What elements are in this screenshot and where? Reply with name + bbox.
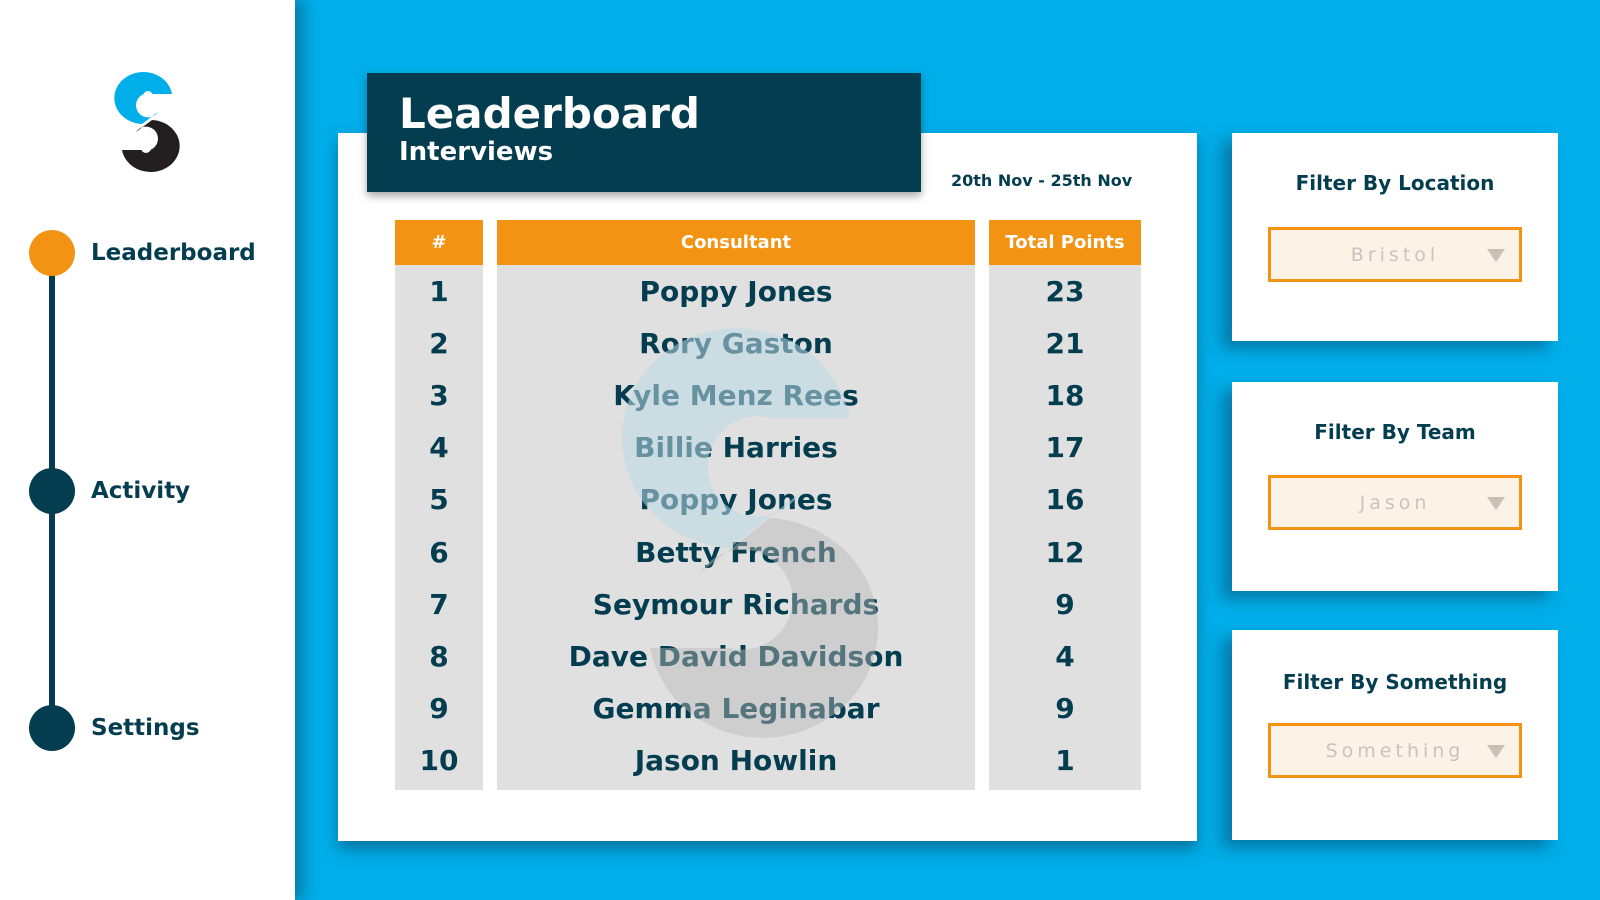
sidebar-item-label: Settings bbox=[91, 715, 200, 741]
table-cell-rank: 6 bbox=[429, 535, 449, 569]
table-cell-rank: 2 bbox=[429, 326, 449, 360]
table-cell-points: 1 bbox=[1055, 744, 1075, 778]
sidebar-item-label: Activity bbox=[91, 478, 191, 504]
table-cell-points: 16 bbox=[1045, 483, 1085, 517]
table-cell-name: Betty French bbox=[635, 535, 837, 569]
sidebar-item-activity[interactable]: Activity bbox=[29, 468, 190, 514]
table-cell-points: 12 bbox=[1045, 535, 1085, 569]
filter-card-team: Filter By Team Jason bbox=[1232, 382, 1558, 591]
table-cell-points: 23 bbox=[1045, 274, 1085, 308]
filter-card-something: Filter By Something Something bbox=[1232, 630, 1558, 840]
table-cell-name: Poppy Jones bbox=[639, 483, 833, 517]
dropdown-arrow-icon bbox=[1487, 497, 1505, 510]
nav-dot-active-icon bbox=[29, 230, 75, 276]
filter-title: Filter By Something bbox=[1282, 670, 1508, 694]
table-cell-points: 9 bbox=[1055, 692, 1075, 726]
filter-title: Filter By Team bbox=[1314, 420, 1476, 444]
select-value: Something bbox=[1325, 739, 1465, 762]
table-cell-points: 4 bbox=[1055, 639, 1075, 673]
table-cell-points: 18 bbox=[1045, 378, 1085, 412]
consultant-column: Consultant Poppy Jones Rory Gaston Kyle Me… bbox=[497, 220, 975, 790]
table-cell-name: Seymour Richards bbox=[592, 587, 880, 621]
table-cell-name: Rory Gaston bbox=[639, 326, 833, 360]
column-header-consultant: Consultant bbox=[497, 220, 975, 265]
location-select[interactable]: Bristol bbox=[1268, 227, 1522, 282]
filter-card-location: Filter By Location Bristol bbox=[1232, 133, 1558, 341]
table-cell-rank: 1 bbox=[429, 274, 449, 308]
page-subtitle: Interviews bbox=[399, 137, 554, 167]
select-value: Jason bbox=[1359, 491, 1431, 514]
sidebar: Leaderboard Activity Settings bbox=[0, 0, 295, 900]
points-column: Total Points 23 21 18 17 16 12 9 4 9 1 bbox=[989, 220, 1141, 790]
column-header-rank: # bbox=[395, 220, 483, 265]
table-cell-rank: 7 bbox=[429, 587, 449, 621]
table-cell-name: Dave David Davidson bbox=[568, 639, 904, 673]
table-cell-name: Gemma Leginabar bbox=[592, 692, 880, 726]
column-header-points: Total Points bbox=[989, 220, 1141, 265]
rank-column: # 1 2 3 4 5 6 7 8 9 10 bbox=[395, 220, 483, 790]
table-cell-points: 21 bbox=[1045, 326, 1085, 360]
title-banner: Leaderboard Interviews bbox=[367, 73, 921, 192]
select-value: Bristol bbox=[1350, 243, 1440, 266]
something-select[interactable]: Something bbox=[1268, 723, 1522, 778]
sidebar-item-label: Leaderboard bbox=[91, 240, 256, 266]
table-cell-points: 17 bbox=[1045, 431, 1085, 465]
s-dollar-logo-icon bbox=[114, 72, 180, 172]
table-cell-rank: 10 bbox=[419, 744, 459, 778]
table-cell-points: 9 bbox=[1055, 587, 1075, 621]
table-cell-rank: 5 bbox=[429, 483, 449, 517]
dropdown-arrow-icon bbox=[1487, 249, 1505, 262]
filter-title: Filter By Location bbox=[1295, 171, 1495, 195]
dropdown-arrow-icon bbox=[1487, 745, 1505, 758]
date-range: 20th Nov - 25th Nov bbox=[951, 171, 1133, 190]
sidebar-item-leaderboard[interactable]: Leaderboard bbox=[29, 230, 256, 276]
table-cell-name: Kyle Menz Rees bbox=[613, 378, 859, 412]
table-cell-rank: 8 bbox=[429, 639, 449, 673]
table-cell-name: Poppy Jones bbox=[639, 274, 833, 308]
table-cell-rank: 9 bbox=[429, 692, 449, 726]
page-title: Leaderboard bbox=[399, 89, 700, 138]
table-cell-name: Billie Harries bbox=[634, 431, 838, 465]
nav-dot-icon bbox=[29, 705, 75, 751]
table-cell-rank: 3 bbox=[429, 378, 449, 412]
team-select[interactable]: Jason bbox=[1268, 475, 1522, 530]
nav-dot-icon bbox=[29, 468, 75, 514]
sidebar-item-settings[interactable]: Settings bbox=[29, 705, 200, 751]
table-cell-rank: 4 bbox=[429, 431, 449, 465]
table-cell-name: Jason Howlin bbox=[634, 744, 838, 778]
